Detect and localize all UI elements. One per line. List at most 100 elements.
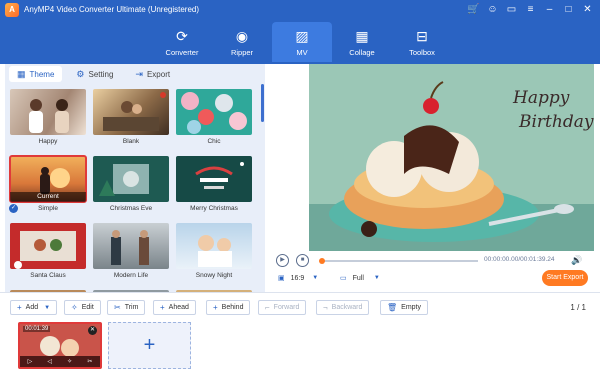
tab-theme[interactable]: ▦ Theme [9,66,63,82]
theme-image [181,92,247,134]
scissors-icon[interactable]: ✂ [87,358,92,365]
add-clip-button[interactable]: + [108,322,191,369]
theme-thumbnail [93,156,169,202]
player-controls: ▶ ■ 00:00:00.00/00:01:39.24 🔊 ▣ 16:9 ▼ ▭ Fu… [269,251,600,292]
edit-icon[interactable]: ✧ [67,358,72,365]
trim-button[interactable]: ✂ Trim [107,300,146,315]
window-controls: 🛒 ☺ ▭ ≡ – □ ✕ [467,3,594,16]
tab-setting[interactable]: ⚙ Setting [68,66,121,82]
page-count: 1 / 1 [570,303,586,312]
app-logo: A [5,3,19,17]
theme-thumbnail: Current [9,155,87,203]
theme-thumbnail [93,223,169,269]
theme-thumbnail [10,89,86,135]
theme-image [111,230,149,265]
menu-icon[interactable]: ≡ [524,3,537,16]
theme-scrollbar[interactable] [261,84,264,122]
volume-icon[interactable]: 🔊 [571,255,582,266]
user-icon[interactable]: ☺ [486,3,499,16]
play-icon[interactable]: ▷ [28,358,33,365]
video-preview[interactable]: Happy Birthday [309,64,594,251]
check-icon: ✓ [9,204,18,213]
gear-icon: ⚙ [76,68,85,79]
theme-merry-christmas[interactable]: Merry Christmas [176,156,252,212]
monitor-icon: ▭ [340,275,347,282]
overlay-text-birthday: Birthday [519,112,594,132]
chat-icon[interactable]: ▭ [505,3,518,16]
edit-button[interactable]: ✧ Edit [64,300,101,315]
magic-wand-icon: ✧ [71,303,78,312]
collage-icon: ▦ [355,28,369,44]
maximize-icon[interactable]: □ [562,3,575,16]
forward-button[interactable]: ⌐ Forward [258,300,307,315]
main-nav: ⟳ Converter ◉ Ripper ▨ MV ▦ Collage ⊟ Toolbox [152,22,452,62]
timeline: 00:01:39 ✕ ▷ ◁ ✧ ✂ + [0,322,600,391]
theme-image [103,92,166,131]
backward-button[interactable]: ¬ Backward [316,300,370,315]
timeline-clip[interactable]: 00:01:39 ✕ ▷ ◁ ✧ ✂ [18,322,102,369]
scissors-icon: ✂ [114,303,121,312]
theme-image [195,162,244,189]
chevron-down-icon: ▼ [373,275,380,281]
stop-icon[interactable]: ■ [296,254,309,267]
clip-tools: ▷ ◁ ✧ ✂ [20,356,100,367]
close-icon[interactable]: ✕ [88,326,97,335]
theme-snowy-night[interactable]: Snowy Night [176,223,252,279]
theme-image [29,99,69,133]
aspect-ratio-icon: ▣ [278,275,285,282]
progress-bar[interactable] [319,258,478,264]
theme-thumbnail [176,89,252,135]
theme-grid: Happy Blank Chic Current Simple Christma… [9,88,257,292]
converter-icon: ⟳ [176,28,188,44]
theme-simple[interactable]: Current Simple [9,155,87,212]
mv-icon: ▨ [295,28,309,44]
chevron-down-icon: ▼ [312,275,319,281]
tab-export[interactable]: ⇥ Export [127,66,178,82]
cart-icon[interactable]: 🛒 [467,3,480,16]
backward-icon: ¬ [323,303,328,312]
forward-icon: ⌐ [265,303,270,312]
current-tag: Current [10,192,86,202]
theme-thumbnail [176,223,252,269]
theme-thumbnail [10,223,86,269]
app-title: AnyMP4 Video Converter Ultimate (Unregis… [24,5,200,14]
ahead-button[interactable]: + Ahead [153,300,196,315]
theme-thumbnail [93,89,169,135]
nav-toolbox[interactable]: ⊟ Toolbox [392,22,452,62]
clip-duration: 00:01:39 [23,326,51,332]
minimize-icon[interactable]: – [543,3,556,16]
time-display: 00:00:00.00/00:01:39.24 [484,256,555,263]
chevron-down-icon: ▼ [44,304,51,311]
toolbox-icon: ⊟ [416,28,428,44]
theme-thumbnail [176,156,252,202]
nav-collage[interactable]: ▦ Collage [332,22,392,62]
theme-image [198,235,232,267]
theme-image [99,164,149,196]
add-button[interactable]: + Add ▼ [10,300,58,315]
empty-button[interactable]: 🗑 Empty [380,300,428,315]
start-export-button[interactable]: Start Export [542,270,588,286]
behind-button[interactable]: + Behind [206,300,251,315]
scale-select[interactable]: ▭ Full ▼ [340,274,380,283]
theme-image [14,231,76,269]
grid-icon: ▦ [17,68,26,79]
panel-tabs: ▦ Theme ⚙ Setting ⇥ Export [5,64,265,84]
theme-modern-life[interactable]: Modern Life [93,223,169,279]
aspect-ratio-select[interactable]: ▣ 16:9 ▼ [278,274,319,283]
theme-blank[interactable]: Blank [93,89,169,145]
progress-handle[interactable] [319,258,325,264]
overlay-text-happy: Happy [513,88,570,108]
theme-chic[interactable]: Chic [176,89,252,145]
nav-ripper[interactable]: ◉ Ripper [212,22,272,62]
play-icon[interactable]: ▶ [276,254,289,267]
close-icon[interactable]: ✕ [581,3,594,16]
plus-icon: + [213,303,218,312]
edit-toolbar: + Add ▼ ✧ Edit ✂ Trim + Ahead + Behind ⌐ Forwar… [0,292,600,322]
export-icon: ⇥ [135,68,143,79]
volume-icon[interactable]: ◁ [47,358,52,365]
nav-converter[interactable]: ⟳ Converter [152,22,212,62]
theme-happy[interactable]: Happy [10,89,86,145]
theme-santa-claus[interactable]: Santa Claus [10,223,86,279]
theme-christmas-eve[interactable]: Christmas Eve [93,156,169,212]
nav-mv[interactable]: ▨ MV [272,22,332,62]
